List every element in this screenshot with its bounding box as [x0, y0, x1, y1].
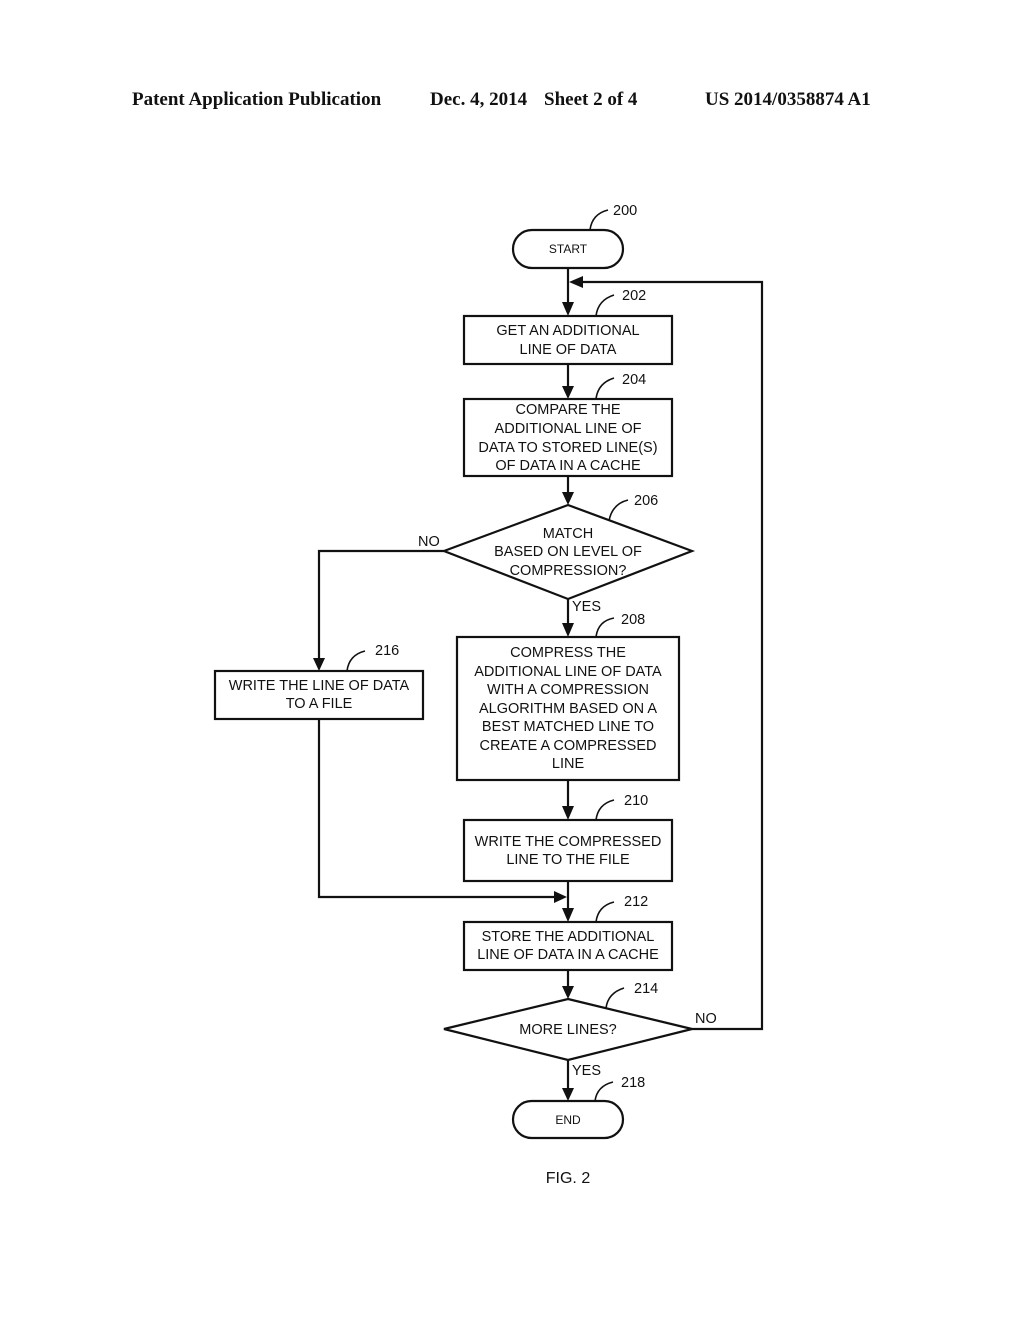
edge-label-yes: YES: [572, 1063, 601, 1079]
process-box: [462, 818, 674, 883]
ref-number: 218: [621, 1075, 645, 1091]
figure-caption: FIG. 2: [546, 1170, 591, 1187]
arrow-head: [562, 386, 574, 399]
node-208: COMPRESS THE ADDITIONAL LINE OF DATA WIT…: [455, 612, 681, 782]
node-text: MORE LINES?: [519, 1022, 617, 1038]
node-text: WITH A COMPRESSION: [487, 682, 649, 698]
leader-line: [605, 987, 625, 1009]
leader-line: [608, 499, 629, 522]
node-text: ALGORITHM BASED ON A: [479, 701, 657, 717]
arrow-head: [562, 492, 574, 505]
arrow-head: [562, 806, 574, 820]
node-text: LINE OF DATA: [520, 342, 617, 358]
leader-line: [595, 617, 615, 638]
node-text: COMPARE THE: [515, 402, 620, 418]
node-206: MATCH BASED ON LEVEL OF COMPRESSION? 206: [440, 493, 696, 601]
ref-number: 216: [375, 643, 399, 659]
edge-label-no: NO: [695, 1011, 717, 1027]
flowchart: NO YES NO YES START 200 GET AN ADDITIONA…: [213, 203, 764, 1187]
ref-number: 202: [622, 288, 646, 304]
node-text: DATA TO STORED LINE(S): [478, 440, 657, 456]
leader-line: [595, 294, 615, 317]
node-text: WRITE THE LINE OF DATA: [229, 678, 410, 694]
node-text: COMPRESSION?: [510, 563, 627, 579]
edge-label-yes: YES: [572, 599, 601, 615]
leader-line: [346, 650, 366, 672]
leader-line: [589, 209, 609, 231]
node-text: BEST MATCHED LINE TO: [482, 719, 654, 735]
arrow-head: [569, 276, 583, 288]
node-text: LINE: [552, 756, 585, 772]
arrow-head: [562, 908, 574, 922]
node-text: STORE THE ADDITIONAL: [482, 929, 655, 945]
node-start: START 200: [511, 203, 637, 270]
ref-number: 210: [624, 793, 648, 809]
node-text: BASED ON LEVEL OF: [494, 544, 642, 560]
leader-line: [595, 799, 615, 821]
node-text: ADDITIONAL LINE OF: [495, 421, 642, 437]
arrow-head: [313, 658, 325, 671]
node-text: OF DATA IN A CACHE: [495, 458, 641, 474]
ref-number: 206: [634, 493, 658, 509]
node-text: CREATE A COMPRESSED: [480, 738, 657, 754]
leader-line: [595, 901, 615, 923]
node-text: COMPRESS THE: [510, 645, 626, 661]
ref-number: 208: [621, 612, 645, 628]
arrow-head: [562, 623, 574, 637]
arrow-head: [562, 302, 574, 316]
node-text: LINE TO THE FILE: [506, 852, 630, 868]
node-text: LINE OF DATA IN A CACHE: [477, 947, 659, 963]
node-text: WRITE THE COMPRESSED: [475, 834, 662, 850]
arrow-head: [562, 1088, 574, 1101]
node-text: GET AN ADDITIONAL: [496, 323, 639, 339]
node-text: START: [549, 242, 588, 256]
ref-number: 212: [624, 894, 648, 910]
node-text: ADDITIONAL LINE OF DATA: [474, 664, 662, 680]
leader-line: [594, 1081, 614, 1102]
ref-number: 204: [622, 372, 646, 388]
arrow-head: [562, 986, 574, 999]
node-end: END 218: [511, 1075, 645, 1140]
ref-number: 200: [613, 203, 637, 219]
leader-line: [595, 377, 615, 400]
arrow-head: [554, 891, 567, 903]
edge-label-no: NO: [418, 534, 440, 550]
node-text: END: [555, 1113, 581, 1127]
node-text: TO A FILE: [286, 696, 353, 712]
ref-number: 214: [634, 981, 658, 997]
node-text: MATCH: [543, 526, 593, 542]
